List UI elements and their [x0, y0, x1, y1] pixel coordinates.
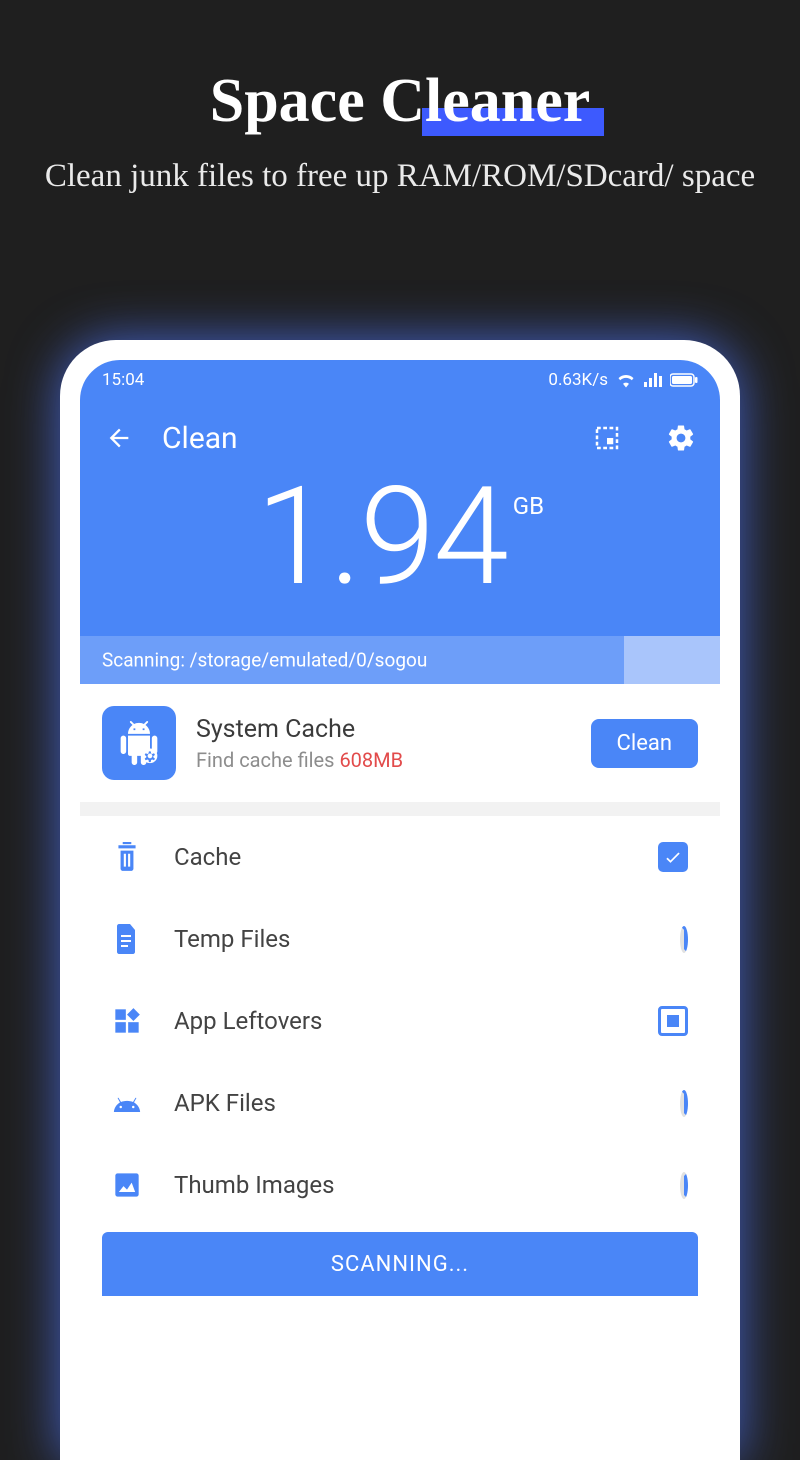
scanning-button[interactable]: SCANNING... — [102, 1232, 698, 1296]
android-icon — [112, 1088, 142, 1118]
item-thumb-images[interactable]: Thumb Images — [80, 1144, 720, 1226]
promo-title-text: Space Cleaner — [210, 67, 591, 135]
item-thumb-images-spinner — [680, 1176, 688, 1195]
item-cache[interactable]: Cache — [80, 816, 720, 898]
status-speed: 0.63K/s — [548, 370, 608, 390]
image-icon — [112, 1170, 142, 1200]
status-bar: 15:04 0.63K/s — [80, 360, 720, 400]
android-settings-icon — [102, 706, 176, 780]
section-divider — [80, 802, 720, 816]
hero-number: 1.94 GB — [102, 466, 698, 636]
promo-subtitle: Clean junk files to free up RAM/ROM/SDca… — [40, 154, 760, 199]
file-icon — [112, 924, 142, 954]
system-cache-subtitle-prefix: Find cache files — [196, 748, 339, 772]
hero-unit: GB — [513, 492, 544, 520]
scan-progress-text: Scanning: /storage/emulated/0/sogou — [102, 649, 427, 672]
clean-button[interactable]: Clean — [591, 719, 698, 768]
item-app-leftovers[interactable]: App Leftovers — [80, 980, 720, 1062]
trash-icon — [112, 842, 142, 872]
back-button[interactable] — [102, 421, 136, 455]
content-area: System Cache Find cache files 608MB Clea… — [80, 684, 720, 1296]
status-time: 15:04 — [102, 370, 144, 390]
header-title: Clean — [162, 421, 238, 456]
item-temp-files[interactable]: Temp Files — [80, 898, 720, 980]
item-apk-files[interactable]: APK Files — [80, 1062, 720, 1144]
promo-title: Space Cleaner — [210, 70, 591, 132]
item-cache-checkbox[interactable] — [658, 842, 688, 872]
phone-screen: 15:04 0.63K/s Clean — [80, 360, 720, 1460]
battery-icon — [670, 373, 698, 387]
item-app-leftovers-label: App Leftovers — [174, 1007, 322, 1035]
system-cache-card: System Cache Find cache files 608MB Clea… — [80, 684, 720, 802]
settings-button[interactable] — [664, 421, 698, 455]
item-temp-files-spinner — [680, 930, 688, 949]
scan-progress: Scanning: /storage/emulated/0/sogou — [80, 636, 720, 684]
system-cache-size: 608MB — [339, 748, 403, 772]
system-cache-subtitle: Find cache files 608MB — [196, 748, 403, 772]
system-cache-title: System Cache — [196, 715, 403, 744]
wifi-icon — [616, 372, 636, 388]
item-thumb-images-label: Thumb Images — [174, 1171, 334, 1199]
item-apk-files-label: APK Files — [174, 1089, 276, 1117]
cpu-icon[interactable] — [590, 421, 624, 455]
item-app-leftovers-checkbox[interactable] — [658, 1006, 688, 1036]
hero-value: 1.94 — [256, 470, 507, 606]
promo-block: Space Cleaner Clean junk files to free u… — [0, 0, 800, 229]
widgets-icon — [112, 1006, 142, 1036]
item-temp-files-label: Temp Files — [174, 925, 290, 953]
app-header: Clean 1.94 GB — [80, 400, 720, 636]
item-apk-files-spinner — [680, 1094, 688, 1113]
signal-icon — [644, 372, 662, 388]
phone-frame: 15:04 0.63K/s Clean — [60, 340, 740, 1460]
item-cache-label: Cache — [174, 843, 241, 871]
